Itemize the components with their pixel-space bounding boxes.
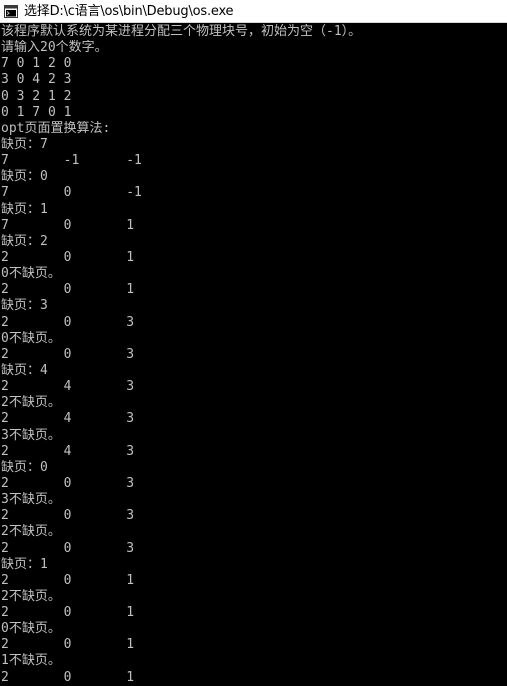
console-line: 7 -1 -1 <box>1 153 142 169</box>
console-line: 2 4 3 <box>1 411 135 427</box>
console-line: 缺页：4 <box>1 362 48 378</box>
console-line: 2 0 3 <box>1 508 135 524</box>
console-line: 2 0 1 <box>1 249 135 265</box>
console-line: 7 0 -1 <box>1 185 142 201</box>
title-bar[interactable]: 选择D:\c语言\os\bin\Debug\os.exe <box>0 0 507 23</box>
console-line: 2 0 3 <box>1 475 135 491</box>
console-line: 该程序默认系统为某进程分配三个物理块号，初始为空（-1）。 <box>1 24 362 39</box>
console-line: 请输入20个数字。 <box>1 40 108 56</box>
console-line: 2 0 3 <box>1 314 135 330</box>
console-app-icon <box>4 4 18 18</box>
console-output[interactable]: 该程序默认系统为某进程分配三个物理块号，初始为空（-1）。 请输入20个数字。 7 … <box>0 23 507 686</box>
console-line: 3 0 4 2 3 <box>1 72 72 88</box>
console-line: 缺页：3 <box>1 298 48 314</box>
console-line: 2不缺页。 <box>1 395 61 411</box>
console-line: 2 4 3 <box>1 443 135 459</box>
console-line: 2 0 1 <box>1 637 135 653</box>
console-line: 0 1 7 0 1 <box>1 104 72 120</box>
console-line: 2不缺页。 <box>1 524 61 540</box>
console-line: 缺页：1 <box>1 201 48 217</box>
console-line: 3不缺页。 <box>1 492 61 508</box>
console-line: 2 0 1 <box>1 572 135 588</box>
console-line: 7 0 1 2 0 <box>1 56 72 72</box>
console-line: 0不缺页。 <box>1 330 61 346</box>
window-title: 选择D:\c语言\os\bin\Debug\os.exe <box>24 3 234 19</box>
console-line: 0不缺页。 <box>1 621 61 637</box>
console-line: 2不缺页。 <box>1 588 61 604</box>
console-window: 选择D:\c语言\os\bin\Debug\os.exe 该程序默认系统为某进程… <box>0 0 507 686</box>
console-line: 缺页：2 <box>1 233 48 249</box>
console-line: 2 0 1 <box>1 282 135 298</box>
console-line: 缺页：7 <box>1 136 48 152</box>
console-line: 2 0 3 <box>1 346 135 362</box>
console-line: 缺页：0 <box>1 459 48 475</box>
console-line: 7 0 1 <box>1 217 135 233</box>
console-line: 0 3 2 1 2 <box>1 88 72 104</box>
console-line: 缺页：0 <box>1 169 48 185</box>
console-line: 2 0 1 <box>1 605 135 621</box>
console-line: 2 4 3 <box>1 379 135 395</box>
console-line: 0不缺页。 <box>1 266 61 282</box>
console-line: 1不缺页。 <box>1 653 61 669</box>
console-line: 3不缺页。 <box>1 427 61 443</box>
console-line: 2 0 3 <box>1 540 135 556</box>
console-line: opt页面置换算法: <box>1 120 111 136</box>
console-line: 2 0 1 <box>1 669 135 685</box>
console-line: 缺页：1 <box>1 556 48 572</box>
